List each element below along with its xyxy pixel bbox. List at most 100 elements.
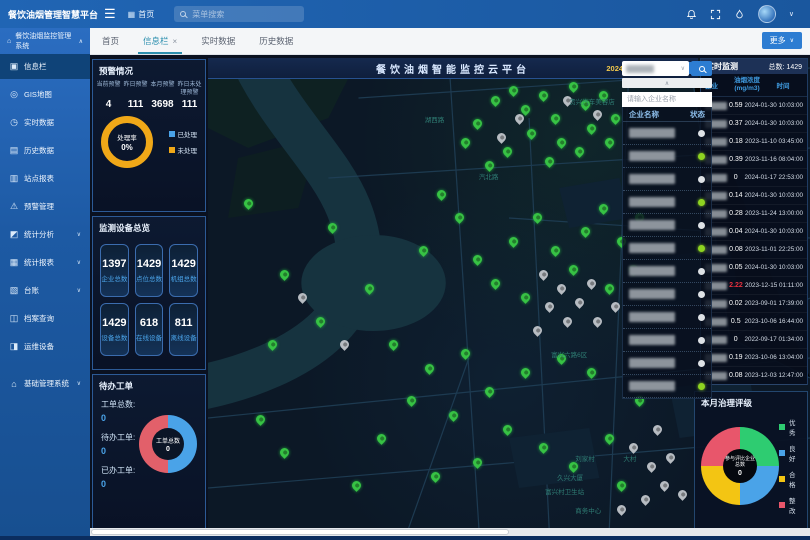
enterprise-row[interactable]	[623, 214, 711, 237]
device-overview-panel: 监测设备总览 1397 企业总数 1429 点位总数 1429 机组总数	[92, 216, 206, 370]
search-button[interactable]	[691, 61, 712, 76]
workorder-panel: 待办工单 工单总数: 0 待办工单: 0 已办工单:	[92, 374, 206, 532]
search-icon	[699, 66, 705, 72]
chevron-up-icon: ∧	[79, 38, 83, 45]
legend-swatch	[779, 476, 785, 482]
panel-title: 预警情况	[93, 60, 205, 80]
reading-time: 2023-11-16 08:04:00	[745, 156, 803, 163]
page-tab[interactable]: 信息栏 ×	[143, 28, 177, 54]
archive-query-icon: ◫	[9, 313, 19, 324]
scrollbar-thumb[interactable]	[91, 529, 509, 535]
site-report-icon: ▥	[9, 173, 19, 184]
notification-bell-icon[interactable]	[686, 9, 697, 20]
sidebar-menu-item[interactable]: ◨ 运维设备	[0, 334, 90, 359]
enterprise-row[interactable]	[623, 375, 711, 398]
monitor-row[interactable]: 0.5 2023-10-06 16:44:00	[701, 313, 807, 331]
enterprise-row[interactable]	[623, 145, 711, 168]
enterprise-name-redacted	[629, 312, 675, 322]
page-tab[interactable]: 历史数据	[259, 28, 293, 54]
tab-close-icon[interactable]: ×	[173, 37, 178, 46]
monitor-row[interactable]: 0.39 2023-11-16 08:04:00	[701, 151, 807, 169]
stat-value: 0	[101, 479, 135, 489]
reading-time: 2023-10-06 16:44:00	[745, 318, 803, 325]
stat-value: 4	[96, 99, 121, 110]
stat-label: 在线设备	[136, 332, 162, 342]
status-dot	[698, 130, 705, 137]
sidebar-menu-item[interactable]: ◩ 统计分析 ∨	[0, 222, 90, 247]
monitor-row[interactable]: 2.22 2023-12-15 01:11:00	[701, 277, 807, 295]
horizontal-scrollbar[interactable]	[90, 528, 810, 536]
search-icon	[180, 11, 186, 17]
page-tab[interactable]: 首页	[102, 28, 119, 54]
sidebar-item-label: 统计分析	[24, 229, 54, 240]
sidebar-section-header[interactable]: ⌂ 餐饮油烟监控管理系统 ∧	[0, 28, 90, 54]
sidebar-menu-item[interactable]: ⌂ 基础管理系统 ∨	[0, 371, 90, 396]
sidebar-menu-item[interactable]: ▥ 站点报表	[0, 166, 90, 191]
monitor-row[interactable]: 0.37 2024-01-30 10:03:00	[701, 115, 807, 133]
device-ops-icon: ◨	[9, 341, 19, 352]
sidebar-menu-item[interactable]: ▤ 历史数据	[0, 138, 90, 163]
monitor-row[interactable]: 0.14 2024-01-30 10:03:00	[701, 187, 807, 205]
enterprise-row[interactable]	[623, 329, 711, 352]
fullscreen-icon[interactable]	[710, 9, 721, 20]
density-value: 0.18	[727, 138, 745, 145]
enterprise-row[interactable]	[623, 122, 711, 145]
sidebar-menu-item[interactable]: ▣ 信息栏	[0, 54, 90, 79]
map-street-label: 贵兴汽车美容店	[569, 96, 615, 106]
sidebar-menu-item[interactable]: ◷ 实时数据	[0, 110, 90, 135]
sidebar-menu-item[interactable]: ▧ 台账 ∨	[0, 278, 90, 303]
sidebar-menu-item[interactable]: ▦ 统计报表 ∨	[0, 250, 90, 275]
enterprise-row[interactable]	[623, 306, 711, 329]
sidebar-menu-item[interactable]: ◫ 档案查询	[0, 306, 90, 331]
monitor-row[interactable]: 0.04 2024-01-30 10:03:00	[701, 223, 807, 241]
page-tab[interactable]: 实时数据	[201, 28, 235, 54]
density-value: 0.04	[727, 228, 745, 235]
donut-center-label: 参与评比企业总数	[725, 456, 755, 469]
status-dot	[698, 360, 705, 367]
enterprise-name-redacted	[629, 128, 675, 138]
monitor-row[interactable]: 0.19 2023-10-06 13:04:00	[701, 349, 807, 367]
monitor-row[interactable]: 0.28 2023-11-24 13:00:00	[701, 205, 807, 223]
flame-icon[interactable]	[734, 9, 745, 20]
stat-value: 3698	[150, 99, 175, 110]
region-select[interactable]: ∨	[622, 61, 689, 76]
more-button[interactable]: 更多 ∨	[762, 32, 802, 49]
chevron-down-icon[interactable]: ∨	[789, 10, 794, 18]
status-dot	[698, 199, 705, 206]
breadcrumb[interactable]: ▦ 首页	[128, 9, 155, 20]
collapse-bar[interactable]: ∧	[622, 78, 712, 88]
enterprise-name-input[interactable]	[622, 92, 712, 107]
user-avatar[interactable]	[758, 5, 776, 23]
enterprise-row[interactable]	[623, 237, 711, 260]
sidebar-menu-item[interactable]: ◎ GIS地图	[0, 82, 90, 107]
reading-time: 2023-11-10 03:45:00	[745, 138, 803, 145]
enterprise-row[interactable]	[623, 352, 711, 375]
enterprise-row[interactable]	[623, 260, 711, 283]
enterprise-row[interactable]	[623, 283, 711, 306]
density-value: 0	[727, 336, 745, 343]
enterprise-row[interactable]	[623, 168, 711, 191]
donut-center-value: 0	[738, 470, 742, 477]
sidebar-menu-item[interactable]: ⚠ 预警管理	[0, 194, 90, 219]
legend-item: 优秀	[779, 417, 800, 437]
monitor-row[interactable]: 0.18 2023-11-10 03:45:00	[701, 133, 807, 151]
status-dot	[698, 291, 705, 298]
monitor-row[interactable]: 0 2022-09-17 01:34:00	[701, 331, 807, 349]
hamburger-menu-icon[interactable]: ☰	[104, 6, 116, 22]
stat-label: 机组总数	[171, 273, 197, 283]
bottom-edge-strip	[0, 536, 810, 540]
legend-label: 未处理	[178, 145, 198, 155]
monitor-row[interactable]: 0.59 2024-01-30 10:03:00	[701, 97, 807, 115]
monitor-row[interactable]: 0.08 2023-12-03 12:47:00	[701, 367, 807, 385]
enterprise-row[interactable]	[623, 191, 711, 214]
menu-search-input[interactable]	[190, 9, 290, 20]
tab-label: 实时数据	[201, 35, 235, 47]
density-value: 0.08	[727, 246, 745, 253]
monitor-row[interactable]: 0.08 2023-11-01 22:25:00	[701, 241, 807, 259]
legend-item: 良好	[779, 443, 800, 463]
menu-search-box[interactable]	[174, 6, 304, 22]
device-stat-card: 811 离线设备	[169, 303, 198, 356]
monitor-row[interactable]: 0.02 2023-09-01 17:39:00	[701, 295, 807, 313]
monitor-row[interactable]: 0 2024-01-17 22:53:00	[701, 169, 807, 187]
monitor-row[interactable]: 0.05 2024-01-30 10:03:00	[701, 259, 807, 277]
